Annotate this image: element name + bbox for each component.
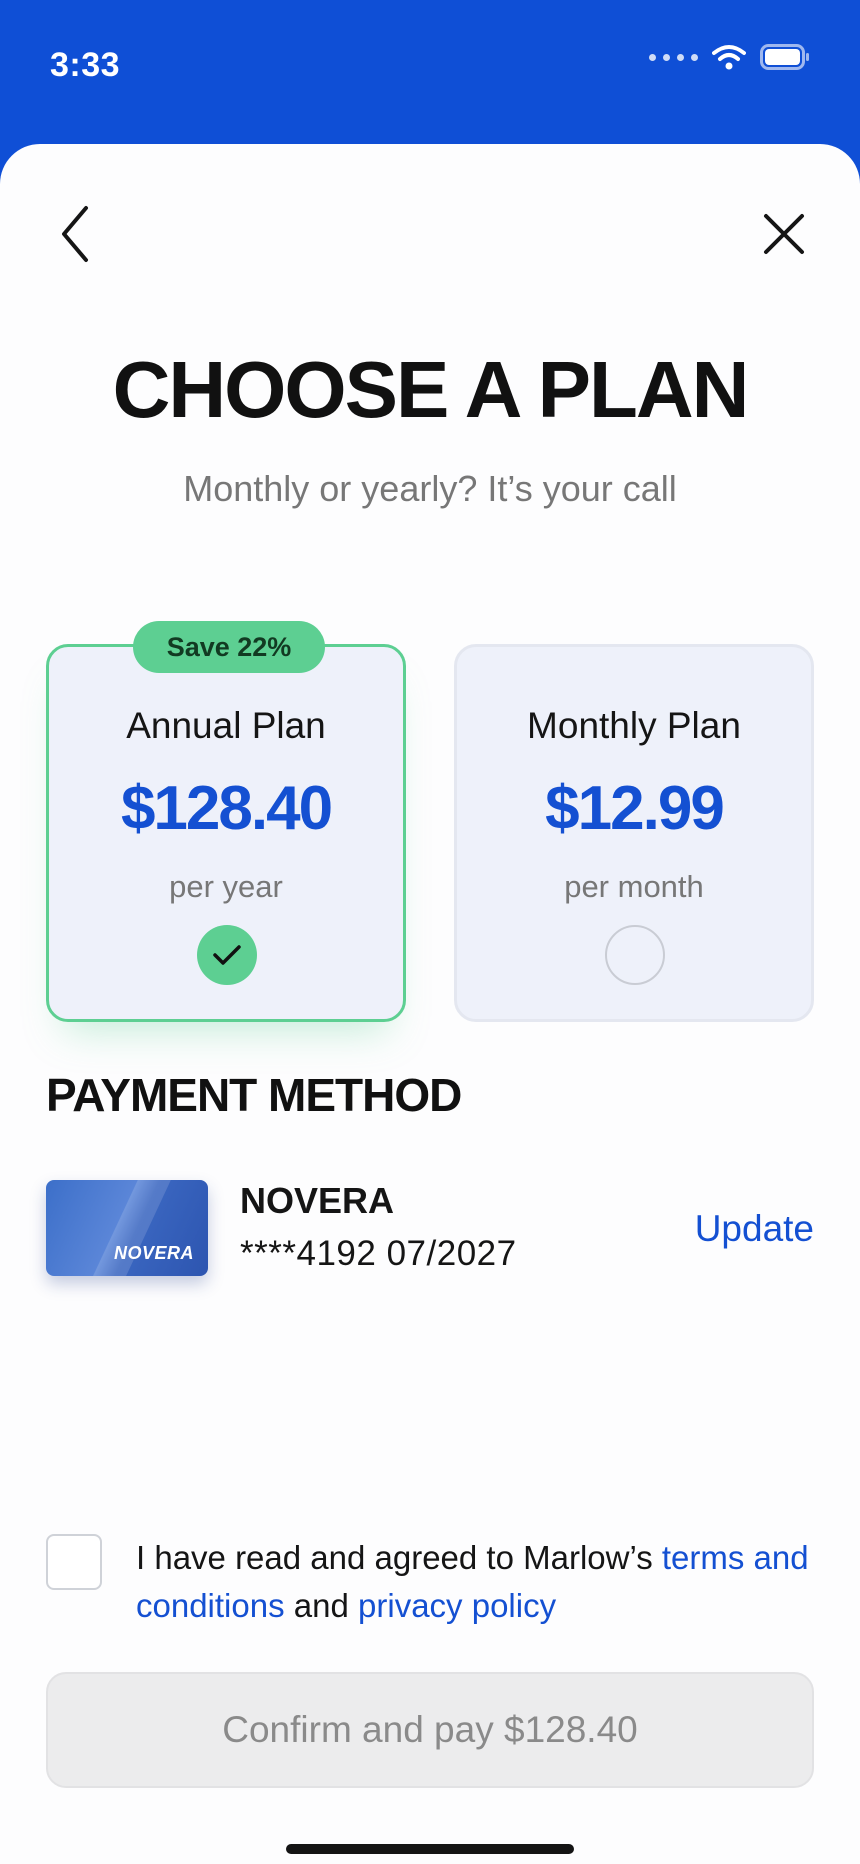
plan-name: Annual Plan xyxy=(126,705,326,746)
selected-check-icon xyxy=(197,925,257,985)
save-badge: Save 22% xyxy=(133,621,325,673)
battery-icon xyxy=(760,44,809,70)
privacy-policy-link[interactable]: privacy policy xyxy=(358,1587,556,1624)
plan-period: per year xyxy=(169,869,283,904)
plan-card-annual[interactable]: Save 22% Annual Plan $128.40 per year xyxy=(46,621,406,1022)
status-icons xyxy=(649,44,810,70)
plan-period: per month xyxy=(564,869,704,904)
close-icon xyxy=(764,214,804,254)
screen: 3:33 CHOOSE A PLAN Monthly or yearly? It… xyxy=(0,0,860,1864)
home-indicator xyxy=(286,1844,574,1854)
back-button[interactable] xyxy=(44,202,108,266)
confirm-pay-button[interactable]: Confirm and pay $128.40 xyxy=(46,1672,814,1788)
page-title: CHOOSE A PLAN xyxy=(112,345,750,434)
signal-dots-icon xyxy=(649,53,698,61)
plan-price: $128.40 xyxy=(120,774,333,843)
unselected-radio[interactable] xyxy=(605,925,665,985)
payment-method-heading: PAYMENT METHOD xyxy=(46,1069,462,1121)
card-details: ****4192 07/2027 xyxy=(240,1234,517,1273)
plan-price: $12.99 xyxy=(545,774,725,843)
status-time: 3:33 xyxy=(50,46,121,84)
wifi-icon xyxy=(712,45,746,70)
chevron-left-icon xyxy=(62,206,88,262)
terms-text: I have read and agreed to Marlow’s terms… xyxy=(136,1534,826,1630)
terms-prefix: I have read and agreed to Marlow’s xyxy=(136,1539,662,1576)
plan-name: Monthly Plan xyxy=(527,705,741,746)
payment-card-image: NOVERA xyxy=(46,1180,208,1276)
page-subtitle: Monthly or yearly? It’s your call xyxy=(183,468,677,509)
close-button[interactable] xyxy=(752,202,816,266)
update-payment-link[interactable]: Update xyxy=(695,1208,814,1250)
terms-checkbox[interactable] xyxy=(46,1534,102,1590)
terms-middle: and xyxy=(284,1587,359,1624)
plan-sheet: CHOOSE A PLAN Monthly or yearly? It’s yo… xyxy=(0,144,860,1864)
status-bar: 3:33 xyxy=(0,0,860,140)
plan-card-monthly[interactable]: Monthly Plan $12.99 per month xyxy=(454,644,814,1022)
card-brand: NOVERA xyxy=(240,1180,395,1221)
card-logo-text: NOVERA xyxy=(113,1243,194,1263)
